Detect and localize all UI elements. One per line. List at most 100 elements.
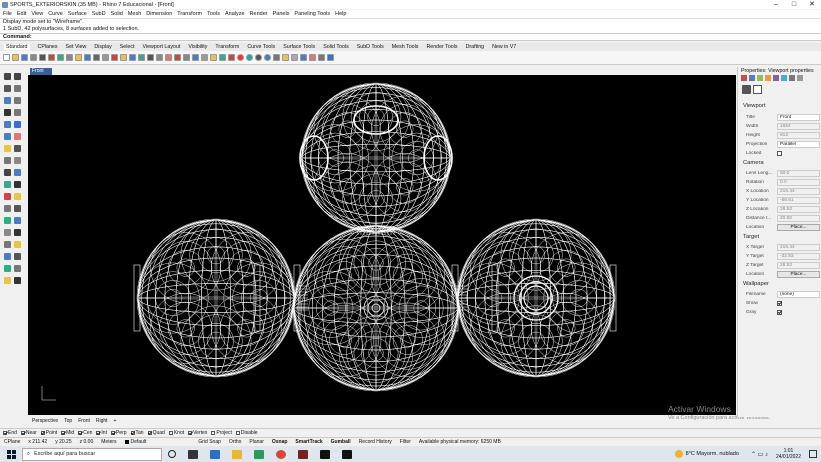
osnap-checkbox[interactable]: [3, 430, 7, 435]
tab-top[interactable]: Top: [64, 418, 72, 424]
minimize-button[interactable]: –: [767, 0, 785, 9]
toolbar-tool-icon[interactable]: [21, 54, 28, 61]
toolbar-tool-icon[interactable]: [291, 54, 298, 61]
tab-cplanes[interactable]: CPlanes: [38, 44, 58, 50]
osnap-perp[interactable]: Perp: [110, 430, 127, 436]
palette-tool-icon[interactable]: [14, 73, 21, 80]
edge-icon[interactable]: [254, 449, 264, 459]
palette-tool-icon[interactable]: [14, 145, 21, 152]
palette-tool-icon[interactable]: [14, 277, 21, 284]
palette-tool-icon[interactable]: [4, 73, 11, 80]
palette-tool-icon[interactable]: [4, 169, 11, 176]
palette-tool-icon[interactable]: [14, 241, 21, 248]
osnap-end[interactable]: End: [3, 430, 17, 436]
layers-icon[interactable]: [749, 75, 755, 81]
palette-tool-icon[interactable]: [14, 109, 21, 116]
mail-icon[interactable]: [210, 449, 220, 459]
units-label[interactable]: Meters: [97, 439, 120, 445]
toolbar-tool-icon[interactable]: [282, 54, 289, 61]
toolbar-tool-icon[interactable]: [39, 54, 46, 61]
grasshopper-taskbar-icon[interactable]: [342, 449, 352, 459]
osnap-point[interactable]: Point: [40, 430, 57, 436]
osnap-checkbox[interactable]: [147, 430, 152, 435]
palette-tool-icon[interactable]: [4, 217, 11, 224]
menu-file[interactable]: File: [3, 11, 12, 17]
palette-tool-icon[interactable]: [4, 193, 11, 200]
osnap-checkbox[interactable]: [61, 430, 66, 435]
taskbar-search-box[interactable]: ⌕ Escribe aquí para buscar: [22, 447, 162, 461]
zloc-field[interactable]: 28.52: [777, 205, 820, 213]
windows-start-icon[interactable]: [0, 446, 22, 462]
menu-analyze[interactable]: Analyze: [225, 11, 245, 17]
weather-text[interactable]: 8°C Mayorm. nublado: [686, 451, 739, 457]
ytgt-field[interactable]: -32.53: [777, 252, 820, 260]
tab-viewport-layout[interactable]: Viewport Layout: [142, 44, 180, 50]
tab-select[interactable]: Select: [120, 44, 135, 50]
toggle-grid-snap[interactable]: Grid Snap: [194, 439, 225, 445]
osnap-checkbox[interactable]: [78, 430, 83, 435]
tab-curve-tools[interactable]: Curve Tools: [247, 44, 275, 50]
palette-tool-icon[interactable]: [4, 181, 11, 188]
camera-place-button[interactable]: Place...: [777, 223, 820, 231]
rhino-taskbar-icon[interactable]: [320, 449, 330, 459]
osnap-checkbox[interactable]: [130, 430, 135, 435]
toolbar-tool-icon[interactable]: [102, 54, 109, 61]
layer-selector[interactable]: Default: [121, 439, 151, 445]
toolbar-tool-icon[interactable]: [174, 54, 181, 61]
menu-transform[interactable]: Transform: [177, 11, 202, 17]
toggle-record-history[interactable]: Record History: [355, 439, 396, 445]
palette-tool-icon[interactable]: [4, 121, 11, 128]
osnap-checkbox[interactable]: [20, 430, 25, 435]
osnap-checkbox[interactable]: [188, 430, 193, 435]
toolbar-tool-icon[interactable]: [12, 54, 19, 61]
tab-display[interactable]: Display: [94, 44, 111, 50]
palette-tool-icon[interactable]: [4, 109, 11, 116]
front-viewport[interactable]: [28, 75, 736, 415]
osnap-int[interactable]: Int: [96, 430, 107, 436]
osnap-checkbox[interactable]: [40, 430, 45, 435]
toolbar-tool-icon[interactable]: [111, 54, 118, 61]
menu-dimension[interactable]: Dimension: [146, 11, 172, 17]
tab-drafting[interactable]: Drafting: [466, 44, 485, 50]
palette-tool-icon[interactable]: [4, 85, 11, 92]
menu-view[interactable]: View: [31, 11, 43, 17]
osnap-knot[interactable]: Knot: [168, 430, 184, 436]
palette-tool-icon[interactable]: [4, 145, 11, 152]
cortana-icon[interactable]: [168, 450, 176, 458]
osnap-mid[interactable]: Mid: [61, 430, 74, 436]
palette-tool-icon[interactable]: [14, 205, 21, 212]
menu-solid[interactable]: Solid: [111, 11, 123, 17]
display-icon[interactable]: [757, 75, 763, 81]
palette-tool-icon[interactable]: [4, 253, 11, 260]
menu-help[interactable]: Help: [335, 11, 346, 17]
tab-mesh-tools[interactable]: Mesh Tools: [392, 44, 419, 50]
toolbar-tool-icon[interactable]: [120, 54, 127, 61]
palette-tool-icon[interactable]: [4, 277, 11, 284]
locked-checkbox[interactable]: [777, 150, 782, 156]
toolbar-tool-icon[interactable]: [3, 54, 10, 61]
toggle-filter[interactable]: Filter: [396, 439, 415, 445]
distance-field[interactable]: 20.50: [777, 214, 820, 222]
acrobat-icon[interactable]: [298, 449, 308, 459]
tab-transform[interactable]: Transform: [215, 44, 239, 50]
gray-checkbox[interactable]: [777, 309, 782, 315]
chrome-icon[interactable]: [276, 449, 286, 459]
palette-tool-icon[interactable]: [14, 265, 21, 272]
toolbar-tool-icon[interactable]: [84, 54, 91, 61]
tab-surface-tools[interactable]: Surface Tools: [283, 44, 315, 50]
toggle-gumball[interactable]: Gumball: [327, 439, 355, 445]
maximize-button[interactable]: □: [785, 0, 803, 9]
tray-icons[interactable]: ⌃ ▭ ♪: [751, 451, 768, 458]
command-input[interactable]: Command:: [0, 33, 821, 41]
palette-tool-icon[interactable]: [14, 133, 21, 140]
yloc-field[interactable]: -58.61: [777, 196, 820, 204]
palette-tool-icon[interactable]: [14, 217, 21, 224]
palette-tool-icon[interactable]: [14, 169, 21, 176]
osnap-checkbox[interactable]: [211, 430, 216, 435]
menu-render[interactable]: Render: [250, 11, 268, 17]
menu-mesh[interactable]: Mesh: [128, 11, 141, 17]
toolbar-tool-icon[interactable]: [147, 54, 154, 61]
file-explorer-icon[interactable]: [232, 449, 242, 459]
notifications-icon[interactable]: [809, 450, 817, 458]
toggle-ortho[interactable]: Ortho: [225, 439, 246, 445]
